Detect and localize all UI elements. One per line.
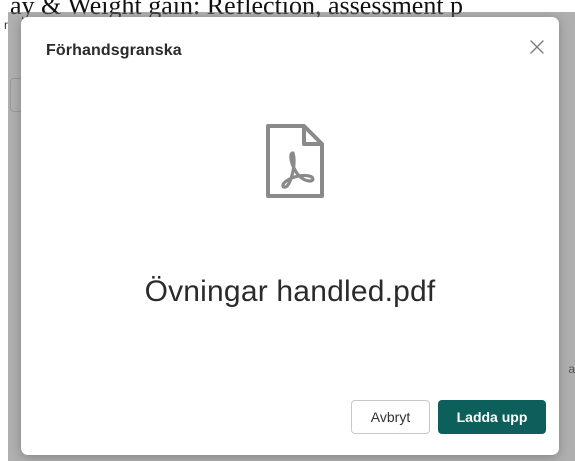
pdf-file-icon [266,124,324,198]
file-name: Övningar handled.pdf [144,275,436,308]
cancel-button[interactable]: Avbryt [351,400,430,434]
dialog-title: Förhandsgranska [46,42,182,59]
close-button[interactable] [525,35,549,59]
preview-dialog: Förhandsgranska Övningar handled.pdf Avb… [21,17,559,455]
upload-button[interactable]: Ladda upp [438,400,546,434]
close-icon [530,40,544,54]
